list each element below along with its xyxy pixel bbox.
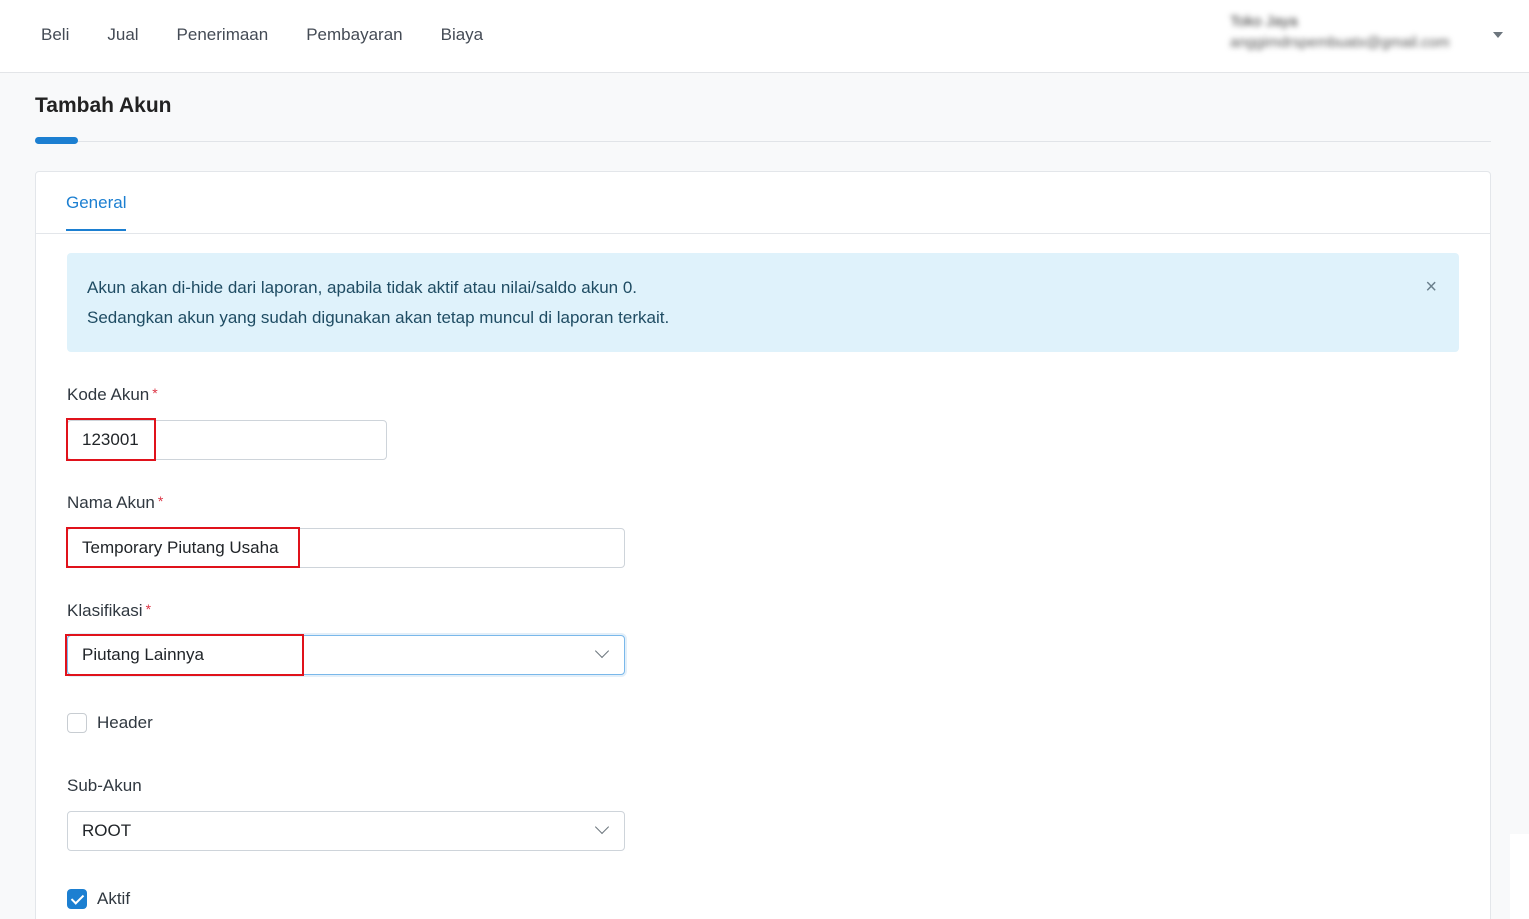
nav-item-penerimaan[interactable]: Penerimaan bbox=[177, 24, 269, 46]
kode-akun-input[interactable] bbox=[67, 420, 387, 460]
sub-akun-label: Sub-Akun bbox=[67, 776, 142, 795]
klasifikasi-label-text: Klasifikasi bbox=[67, 601, 143, 620]
nama-akun-label-text: Nama Akun bbox=[67, 493, 155, 512]
klasifikasi-select[interactable]: Piutang Lainnya bbox=[67, 635, 625, 675]
tab-bar: General bbox=[36, 172, 1490, 234]
required-marker: * bbox=[152, 385, 158, 401]
nama-akun-input[interactable] bbox=[67, 528, 625, 568]
info-alert: Akun akan di-hide dari laporan, apabila … bbox=[67, 253, 1459, 352]
aktif-checkbox-label: Aktif bbox=[97, 889, 131, 908]
nav-item-pembayaran[interactable]: Pembayaran bbox=[306, 24, 402, 46]
alert-line-1: Akun akan di-hide dari laporan, apabila … bbox=[87, 278, 638, 297]
side-panel-edge bbox=[1510, 834, 1529, 919]
nama-akun-label: Nama Akun * bbox=[67, 493, 163, 513]
page-title: Tambah Akun bbox=[35, 94, 172, 117]
sub-akun-select[interactable]: ROOT bbox=[67, 811, 625, 851]
caret-down-icon[interactable] bbox=[1493, 32, 1503, 38]
close-icon[interactable]: × bbox=[1425, 275, 1437, 299]
required-marker: * bbox=[157, 493, 164, 509]
title-accent-bar bbox=[35, 137, 78, 144]
nav-item-jual[interactable]: Jual bbox=[107, 24, 138, 46]
klasifikasi-value: Piutang Lainnya bbox=[82, 645, 204, 664]
nav-item-biaya[interactable]: Biaya bbox=[441, 24, 484, 46]
top-navbar: Beli Jual Penerimaan Pembayaran Biaya To… bbox=[0, 0, 1529, 73]
main-nav: Beli Jual Penerimaan Pembayaran Biaya bbox=[41, 24, 521, 46]
user-name: Toko Jaya bbox=[1230, 13, 1298, 30]
sub-akun-value: ROOT bbox=[82, 821, 132, 840]
user-email: anggimdrspembuatx@gmail.com bbox=[1230, 34, 1450, 51]
tab-general[interactable]: General bbox=[66, 193, 127, 231]
alert-line-2: Sedangkan akun yang sudah digunakan akan… bbox=[87, 308, 670, 327]
required-marker: * bbox=[145, 601, 152, 617]
header-checkbox[interactable] bbox=[67, 713, 87, 733]
aktif-checkbox[interactable] bbox=[67, 889, 87, 909]
header-checkbox-label: Header bbox=[97, 713, 153, 732]
klasifikasi-label: Klasifikasi * bbox=[67, 601, 151, 621]
title-divider bbox=[35, 141, 1491, 142]
kode-akun-label-text: Kode Akun bbox=[67, 385, 150, 404]
user-menu[interactable]: Toko Jaya anggimdrspembuatx@gmail.com bbox=[1230, 12, 1490, 54]
kode-akun-label: Kode Akun * bbox=[67, 385, 158, 405]
nav-item-beli[interactable]: Beli bbox=[41, 24, 69, 46]
